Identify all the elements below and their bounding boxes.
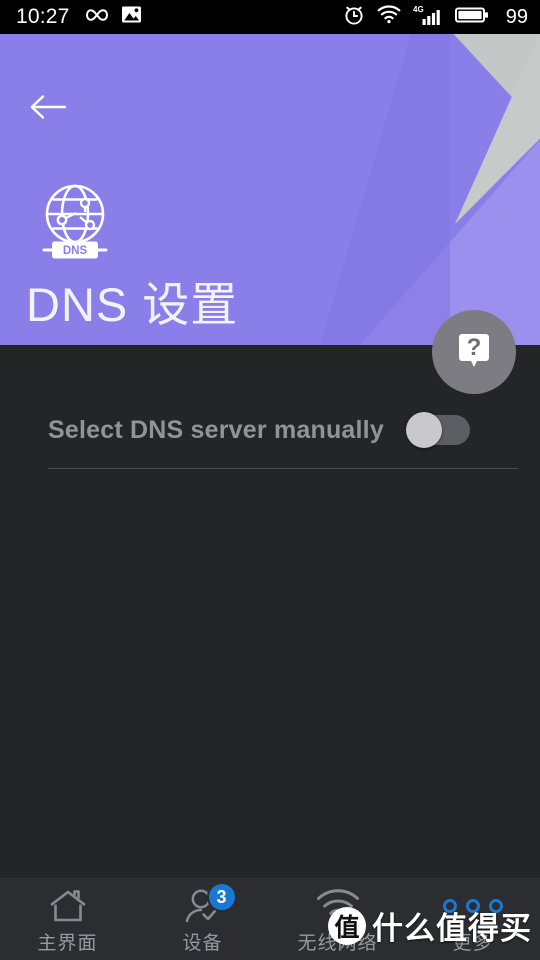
home-icon	[48, 888, 88, 924]
toggle-knob	[406, 412, 442, 448]
setting-label: Select DNS server manually	[48, 415, 384, 444]
manual-dns-toggle[interactable]	[406, 412, 470, 448]
user-check-icon: 3	[181, 882, 237, 924]
back-button[interactable]	[26, 86, 70, 128]
nav-item-devices[interactable]: 3 设备	[135, 879, 270, 960]
nav-label-home: 主界面	[37, 933, 98, 954]
devices-badge: 3	[206, 882, 237, 912]
main-content: Select DNS server manually	[0, 345, 540, 880]
back-arrow-icon	[30, 95, 67, 119]
more-dot-3	[488, 899, 503, 913]
signal-4g-icon: 4G	[413, 4, 443, 31]
help-question-icon: ?	[459, 334, 489, 367]
dns-icon-caption: DNS	[63, 245, 88, 257]
nav-label-more: 更多	[452, 933, 493, 954]
image-icon	[121, 5, 142, 29]
nav-item-home[interactable]: 主界面	[0, 879, 135, 960]
signal-4g-label: 4G	[413, 5, 424, 14]
setting-row-manual-dns[interactable]: Select DNS server manually	[0, 400, 540, 460]
page-title: DNS 设置	[26, 278, 239, 331]
alarm-clock-icon	[343, 4, 365, 31]
wifi-icon	[316, 888, 360, 924]
dns-globe-icon: DNS	[38, 182, 112, 264]
svg-text:?: ?	[467, 334, 482, 361]
page-header: DNS DNS 设置	[0, 34, 540, 345]
status-bar-right-icons: 4G 99	[343, 4, 528, 31]
nav-item-more[interactable]: 更多	[405, 879, 540, 960]
nav-label-wireless: 无线网络	[297, 933, 378, 954]
setting-divider	[48, 468, 518, 469]
battery-percent-label: 99	[505, 5, 528, 28]
more-dot-1	[442, 899, 457, 913]
infinity-icon	[84, 7, 110, 28]
status-bar-left-icons	[84, 5, 142, 29]
status-bar: 10:27 4G 99	[0, 0, 540, 34]
bottom-navigation: 主界面 3 设备 无线网络 更多	[0, 878, 540, 960]
more-dots-icon	[442, 888, 503, 924]
nav-label-devices: 设备	[182, 933, 223, 954]
status-bar-time: 10:27	[16, 5, 70, 28]
help-fab[interactable]: ?	[432, 310, 516, 394]
more-dot-2	[465, 899, 480, 913]
fold-decoration-shade	[320, 34, 450, 345]
battery-icon	[454, 6, 489, 29]
wifi-icon	[377, 5, 401, 29]
nav-item-wireless[interactable]: 无线网络	[270, 879, 405, 960]
